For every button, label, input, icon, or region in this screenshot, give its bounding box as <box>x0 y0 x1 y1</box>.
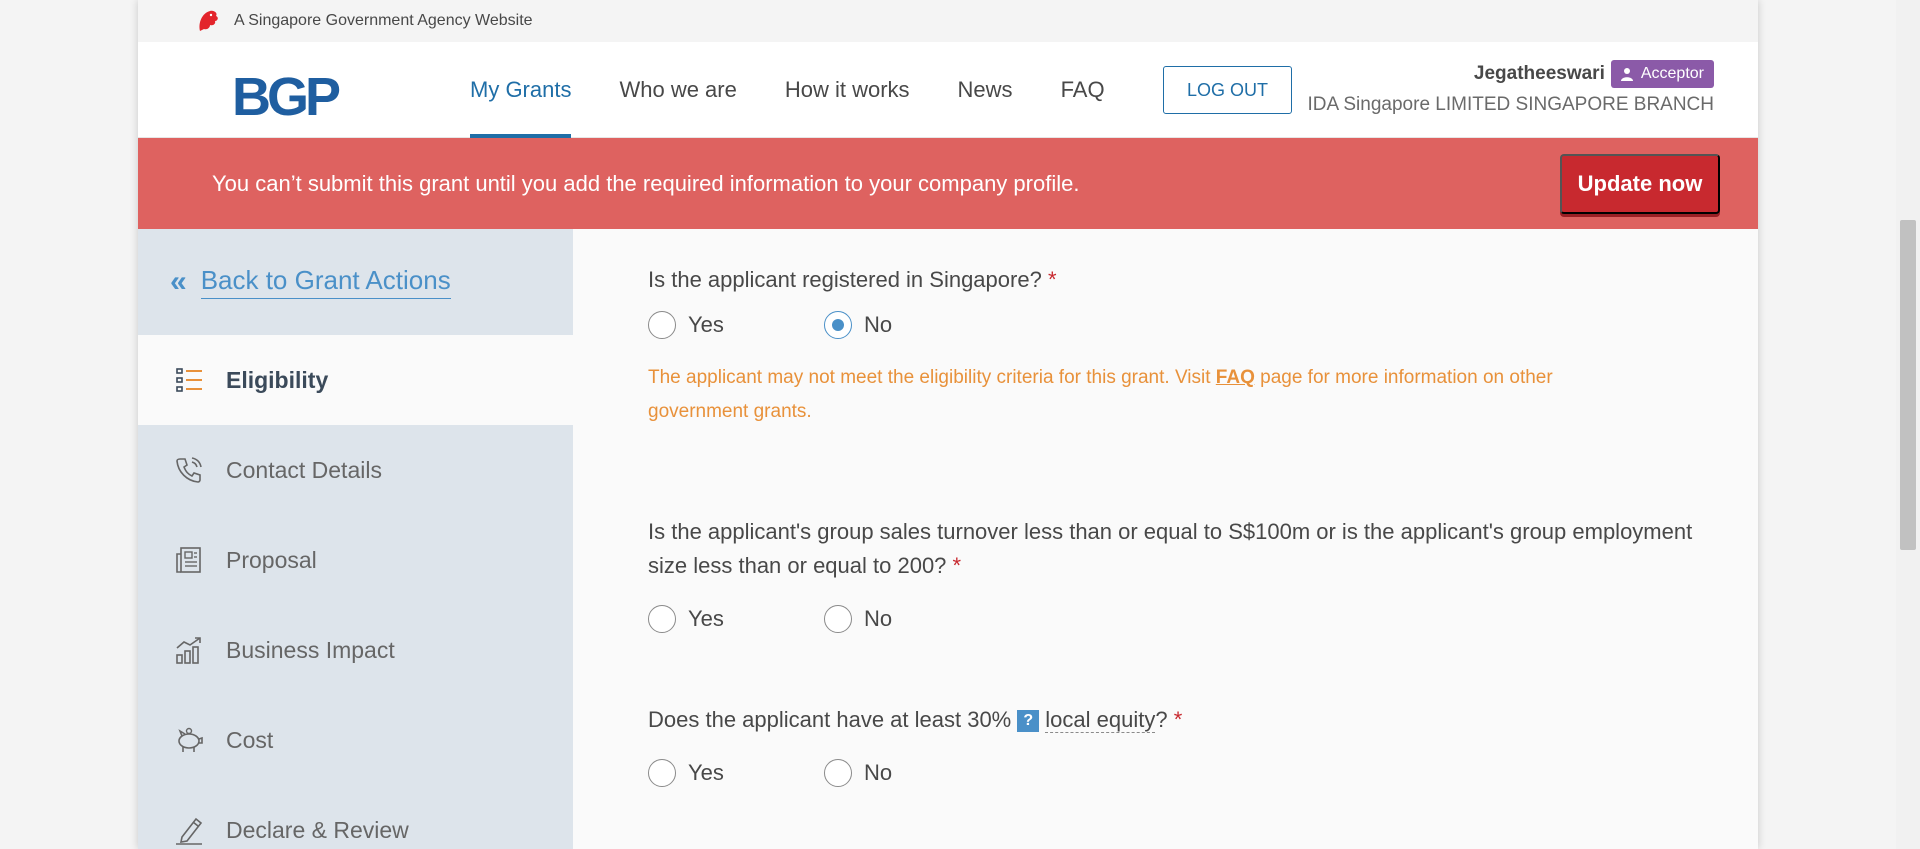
role-label: Acceptor <box>1640 65 1704 82</box>
government-masthead-text: A Singapore Government Agency Website <box>234 12 533 29</box>
question-registered-in-singapore: Is the applicant registered in Singapore… <box>648 263 1708 429</box>
sidebar-item-proposal[interactable]: Proposal <box>138 515 573 605</box>
nav-my-grants[interactable]: My Grants <box>470 42 572 138</box>
required-marker: * <box>952 553 962 578</box>
required-marker: * <box>1047 267 1057 292</box>
company-name: IDA Singapore LIMITED SINGAPORE BRANCH <box>1307 94 1714 115</box>
sidebar-item-cost[interactable]: Cost <box>138 695 573 785</box>
required-marker: * <box>1173 707 1183 732</box>
bgp-logo[interactable]: BGP <box>232 70 341 124</box>
sidebar-item-eligibility[interactable]: Eligibility <box>138 335 573 425</box>
back-to-grant-actions-link[interactable]: « Back to Grant Actions <box>138 229 573 335</box>
nav-news[interactable]: News <box>958 42 1013 138</box>
radio-yes[interactable]: Yes <box>648 311 824 339</box>
radio-label: No <box>864 606 893 631</box>
radio-circle[interactable] <box>648 605 676 633</box>
radio-circle[interactable] <box>648 759 676 787</box>
site-header: BGP My Grants Who we are How it works Ne… <box>138 42 1758 138</box>
faq-link[interactable]: FAQ <box>1216 367 1255 388</box>
radio-no[interactable]: No <box>824 759 1000 787</box>
eligibility-form: Is the applicant registered in Singapore… <box>648 229 1708 787</box>
nav-faq[interactable]: FAQ <box>1061 42 1105 138</box>
main-nav: My Grants Who we are How it works News F… <box>470 42 1153 138</box>
alert-message: You can’t submit this grant until you ad… <box>212 170 1080 196</box>
sidebar-item-label: Contact Details <box>226 456 382 483</box>
government-masthead: A Singapore Government Agency Website <box>138 0 1758 42</box>
question-text: Does the applicant have at least 30%? loc… <box>648 707 1183 733</box>
sidebar-item-label: Eligibility <box>226 366 329 393</box>
sidebar-item-label: Business Impact <box>226 636 395 663</box>
local-equity-term[interactable]: local equity <box>1045 707 1156 733</box>
help-tooltip-icon[interactable]: ? <box>1017 710 1040 732</box>
radio-circle[interactable] <box>824 759 852 787</box>
chart-icon <box>176 637 201 664</box>
radio-group: Yes No <box>648 759 1708 787</box>
question-group-sales-turnover: Is the applicant's group sales turnover … <box>648 515 1708 633</box>
question-text: Is the applicant's group sales turnover … <box>648 519 1693 578</box>
double-chevron-left-icon: « <box>170 265 187 298</box>
page-shell: A Singapore Government Agency Website BG… <box>138 0 1758 849</box>
logout-button[interactable]: LOG OUT <box>1163 66 1292 114</box>
user-info: Jegatheeswari Acceptor IDA Singapore LIM… <box>1307 60 1714 116</box>
sidebar-item-declare-review[interactable]: Declare & Review <box>138 785 573 849</box>
list-icon <box>176 368 202 392</box>
document-icon <box>176 547 201 573</box>
sidebar-item-label: Cost <box>226 726 274 753</box>
radio-group: Yes No <box>648 605 1708 633</box>
scrollbar-thumb[interactable] <box>1900 220 1916 550</box>
back-link-label: Back to Grant Actions <box>200 265 451 299</box>
radio-no[interactable]: No <box>824 605 1000 633</box>
pen-icon <box>176 817 203 845</box>
phone-icon <box>176 457 202 483</box>
profile-alert-banner: You can’t submit this grant until you ad… <box>138 138 1758 229</box>
nav-who-we-are[interactable]: Who we are <box>619 42 736 138</box>
user-name: Jegatheeswari <box>1473 63 1605 84</box>
question-local-equity: Does the applicant have at least 30%? loc… <box>648 703 1708 787</box>
lion-head-icon <box>199 10 218 31</box>
radio-circle[interactable] <box>824 605 852 633</box>
piggy-bank-icon <box>178 727 203 752</box>
role-badge: Acceptor <box>1610 60 1714 88</box>
radio-label: No <box>864 760 893 785</box>
eligibility-warning: The applicant may not meet the eligibili… <box>648 367 1553 422</box>
radio-circle[interactable] <box>648 311 676 339</box>
sidebar-item-label: Declare & Review <box>226 816 409 843</box>
page-scrollbar[interactable] <box>1896 0 1920 849</box>
radio-label: No <box>864 312 893 337</box>
sidebar-item-label: Proposal <box>226 546 317 573</box>
radio-label: Yes <box>688 606 724 631</box>
person-icon <box>1620 68 1633 81</box>
nav-how-it-works[interactable]: How it works <box>785 42 910 138</box>
sidebar-item-contact-details[interactable]: Contact Details <box>138 425 573 515</box>
radio-yes[interactable]: Yes <box>648 759 824 787</box>
update-now-button[interactable]: Update now <box>1560 154 1720 214</box>
radio-no-selected[interactable]: No <box>824 311 1000 339</box>
question-text: Is the applicant registered in Singapore… <box>648 267 1057 292</box>
radio-yes[interactable]: Yes <box>648 605 824 633</box>
radio-label: Yes <box>688 760 724 785</box>
radio-label: Yes <box>688 312 724 337</box>
radio-group: Yes No <box>648 311 1708 339</box>
application-sidebar: « Back to Grant Actions Eligibility Cont… <box>138 229 573 849</box>
sidebar-item-business-impact[interactable]: Business Impact <box>138 605 573 695</box>
radio-circle-checked[interactable] <box>824 311 852 339</box>
